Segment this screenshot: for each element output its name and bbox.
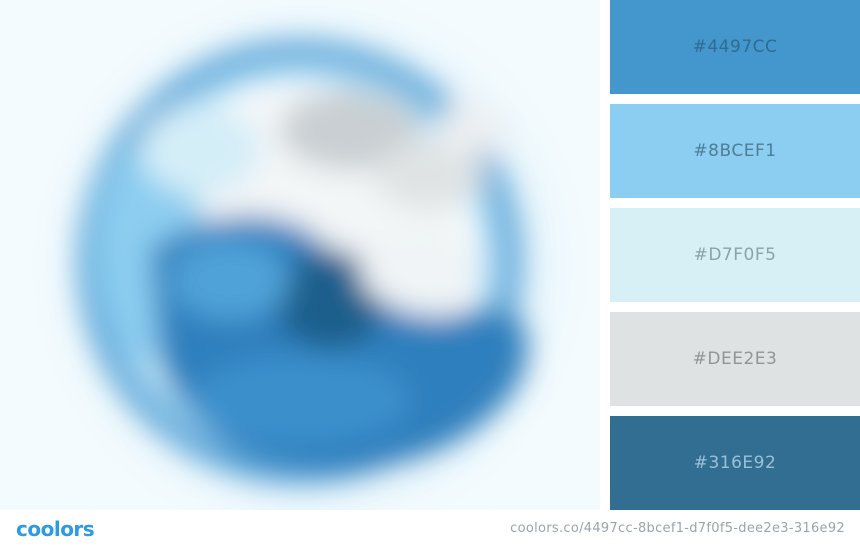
swatch-5[interactable]: #316E92 (610, 416, 860, 510)
swatch-list: #4497CC #8BCEF1 #D7F0F5 #DEE2E3 #316E92 (610, 0, 860, 510)
footer: coolors coolors.co/4497cc-8bcef1-d7f0f5-… (0, 510, 860, 550)
wave-logo-icon (0, 0, 600, 510)
swatch-2[interactable]: #8BCEF1 (610, 104, 860, 198)
swatch-2-hex: #8BCEF1 (693, 141, 777, 161)
swatch-3[interactable]: #D7F0F5 (610, 208, 860, 302)
swatch-4[interactable]: #DEE2E3 (610, 312, 860, 406)
swatch-5-hex: #316E92 (693, 453, 777, 473)
palette-url[interactable]: coolors.co/4497cc-8bcef1-d7f0f5-dee2e3-3… (510, 521, 845, 537)
swatch-4-hex: #DEE2E3 (692, 349, 778, 369)
swatch-3-hex: #D7F0F5 (693, 245, 777, 265)
swatch-1[interactable]: #4497CC (610, 0, 860, 94)
palette-card: #4497CC #8BCEF1 #D7F0F5 #DEE2E3 #316E92 … (0, 0, 860, 550)
source-image (0, 0, 600, 510)
coolors-logo[interactable]: coolors (16, 516, 95, 542)
swatch-1-hex: #4497CC (692, 37, 778, 57)
